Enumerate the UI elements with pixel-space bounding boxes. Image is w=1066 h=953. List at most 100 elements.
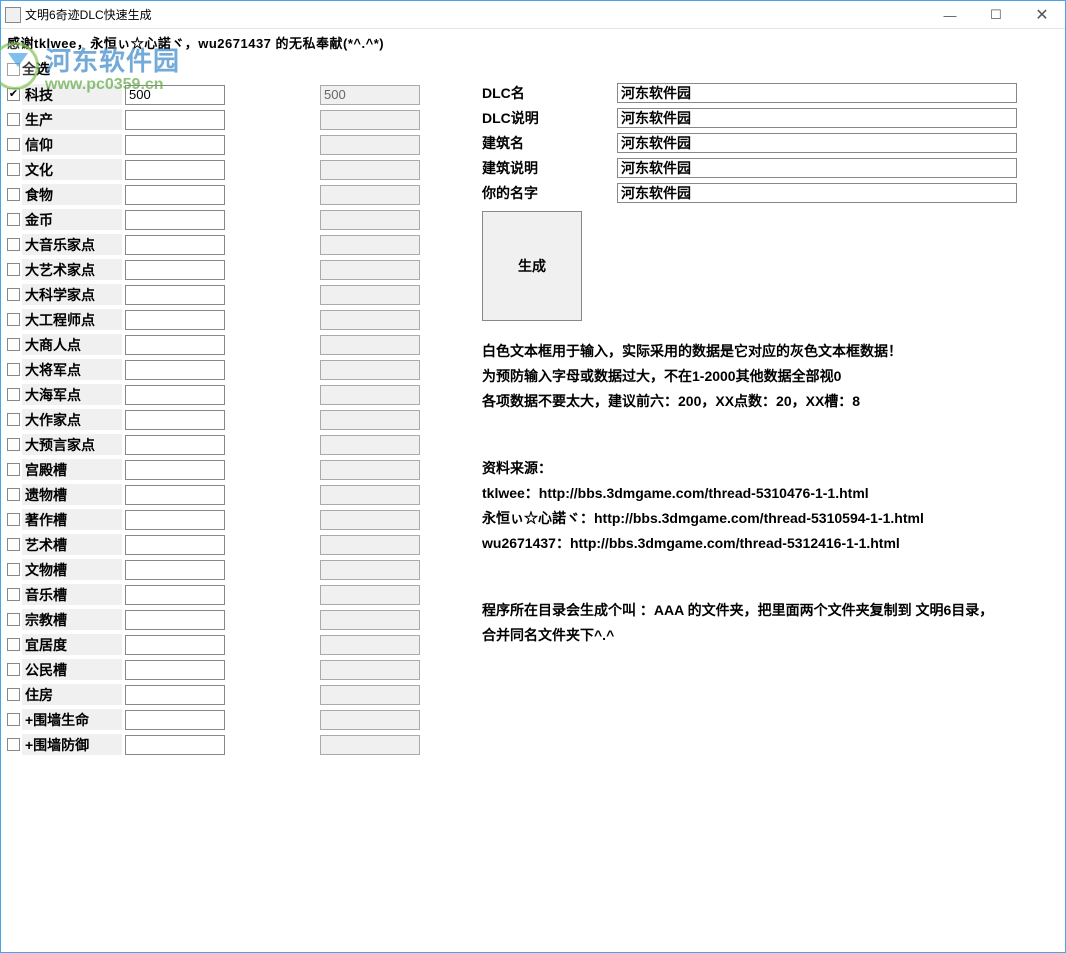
- attr-checkbox[interactable]: [7, 738, 20, 751]
- attr-checkbox[interactable]: [7, 588, 20, 601]
- attr-input[interactable]: [125, 735, 225, 755]
- attr-checkbox[interactable]: [7, 113, 20, 126]
- attr-input[interactable]: [125, 460, 225, 480]
- attr-input[interactable]: [125, 585, 225, 605]
- attr-row: 大科学家点: [7, 282, 437, 307]
- minimize-button[interactable]: —: [927, 1, 973, 29]
- attr-checkbox[interactable]: [7, 613, 20, 626]
- attr-checkbox[interactable]: [7, 463, 20, 476]
- attr-input[interactable]: [125, 535, 225, 555]
- meta-input[interactable]: [617, 158, 1017, 178]
- thanks-text: 感谢tklwee，永恒ぃ☆心諾ヾ，wu2671437 的无私奉献(*^.^*): [7, 33, 1059, 52]
- attr-readonly: [320, 585, 420, 605]
- attr-label: 大作家点: [22, 409, 122, 430]
- attr-checkbox[interactable]: [7, 413, 20, 426]
- maximize-button[interactable]: ☐: [973, 1, 1019, 29]
- attr-row: 大海军点: [7, 382, 437, 407]
- attr-checkbox[interactable]: [7, 663, 20, 676]
- meta-label: 你的名字: [482, 183, 617, 203]
- attr-checkbox[interactable]: [7, 288, 20, 301]
- attr-readonly: [320, 660, 420, 680]
- attr-checkbox[interactable]: [7, 688, 20, 701]
- attr-checkbox[interactable]: [7, 138, 20, 151]
- attr-readonly: [320, 735, 420, 755]
- attr-readonly: [320, 210, 420, 230]
- attr-readonly: [320, 485, 420, 505]
- attr-input[interactable]: [125, 410, 225, 430]
- attr-checkbox[interactable]: [7, 513, 20, 526]
- attr-input[interactable]: [125, 635, 225, 655]
- attr-input[interactable]: [125, 610, 225, 630]
- attr-readonly: [320, 235, 420, 255]
- meta-input[interactable]: [617, 108, 1017, 128]
- attr-input[interactable]: [125, 710, 225, 730]
- attr-label: 金币: [22, 209, 122, 230]
- footer-line: 程序所在目录会生成个叫 ：AAA 的文件夹，把里面两个文件夹复制到 文明6目录，: [482, 598, 1042, 623]
- attr-checkbox[interactable]: [7, 388, 20, 401]
- attr-row: 宜居度: [7, 632, 437, 657]
- attr-row: 信仰: [7, 132, 437, 157]
- attr-input[interactable]: [125, 660, 225, 680]
- attr-checkbox[interactable]: [7, 713, 20, 726]
- attr-row: 大作家点: [7, 407, 437, 432]
- attr-checkbox[interactable]: [7, 313, 20, 326]
- attr-label: 信仰: [22, 134, 122, 155]
- sources-title: 资料来源：: [482, 456, 1042, 481]
- attr-input[interactable]: [125, 335, 225, 355]
- attr-readonly: [320, 635, 420, 655]
- sources-block: 资料来源： tklwee：http://bbs.3dmgame.com/thre…: [482, 456, 1042, 556]
- attr-label: 住房: [22, 684, 122, 705]
- footer-block: 程序所在目录会生成个叫 ：AAA 的文件夹，把里面两个文件夹复制到 文明6目录，…: [482, 598, 1042, 648]
- meta-row: DLC说明: [482, 105, 1042, 130]
- attr-input[interactable]: [125, 485, 225, 505]
- attr-readonly: [320, 435, 420, 455]
- attr-label: 大预言家点: [22, 434, 122, 455]
- titlebar: 文明6奇迹DLC快速生成 — ☐ ✕: [1, 1, 1065, 29]
- attr-input[interactable]: [125, 260, 225, 280]
- attr-input[interactable]: [125, 285, 225, 305]
- window-controls: — ☐ ✕: [927, 1, 1065, 29]
- attr-input[interactable]: [125, 160, 225, 180]
- attr-input[interactable]: [125, 210, 225, 230]
- attr-checkbox[interactable]: [7, 338, 20, 351]
- meta-input[interactable]: [617, 133, 1017, 153]
- attr-input[interactable]: [125, 235, 225, 255]
- attr-input[interactable]: [125, 435, 225, 455]
- attr-checkbox[interactable]: [7, 438, 20, 451]
- meta-label: DLC说明: [482, 108, 617, 128]
- attr-input[interactable]: [125, 385, 225, 405]
- attr-input[interactable]: [125, 360, 225, 380]
- attr-label: 遗物槽: [22, 484, 122, 505]
- attr-label: 大工程师点: [22, 309, 122, 330]
- attr-checkbox[interactable]: [7, 488, 20, 501]
- attr-input[interactable]: [125, 560, 225, 580]
- attr-input[interactable]: [125, 185, 225, 205]
- attr-checkbox[interactable]: [7, 538, 20, 551]
- attr-input[interactable]: [125, 310, 225, 330]
- meta-input[interactable]: [617, 83, 1017, 103]
- attr-input[interactable]: [125, 85, 225, 105]
- close-button[interactable]: ✕: [1019, 1, 1065, 29]
- attr-input[interactable]: [125, 135, 225, 155]
- attr-readonly: [320, 160, 420, 180]
- attr-checkbox[interactable]: ✔: [7, 88, 20, 101]
- attr-input[interactable]: [125, 685, 225, 705]
- attr-checkbox[interactable]: [7, 188, 20, 201]
- attr-input[interactable]: [125, 110, 225, 130]
- attr-checkbox[interactable]: [7, 238, 20, 251]
- attr-checkbox[interactable]: [7, 363, 20, 376]
- attr-label: +围墙生命: [22, 709, 122, 730]
- footer-line: 合并同名文件夹下^.^: [482, 623, 1042, 648]
- attr-checkbox[interactable]: [7, 213, 20, 226]
- attr-checkbox[interactable]: [7, 263, 20, 276]
- generate-button[interactable]: 生成: [482, 211, 582, 321]
- meta-input[interactable]: [617, 183, 1017, 203]
- attr-input[interactable]: [125, 510, 225, 530]
- source-line: 永恒ぃ☆心諾ヾ：http://bbs.3dmgame.com/thread-53…: [482, 506, 1042, 531]
- attr-checkbox[interactable]: [7, 638, 20, 651]
- attr-readonly: [320, 510, 420, 530]
- select-all-checkbox[interactable]: [7, 63, 20, 76]
- select-all-row: 全选: [7, 58, 437, 80]
- attr-checkbox[interactable]: [7, 563, 20, 576]
- attr-checkbox[interactable]: [7, 163, 20, 176]
